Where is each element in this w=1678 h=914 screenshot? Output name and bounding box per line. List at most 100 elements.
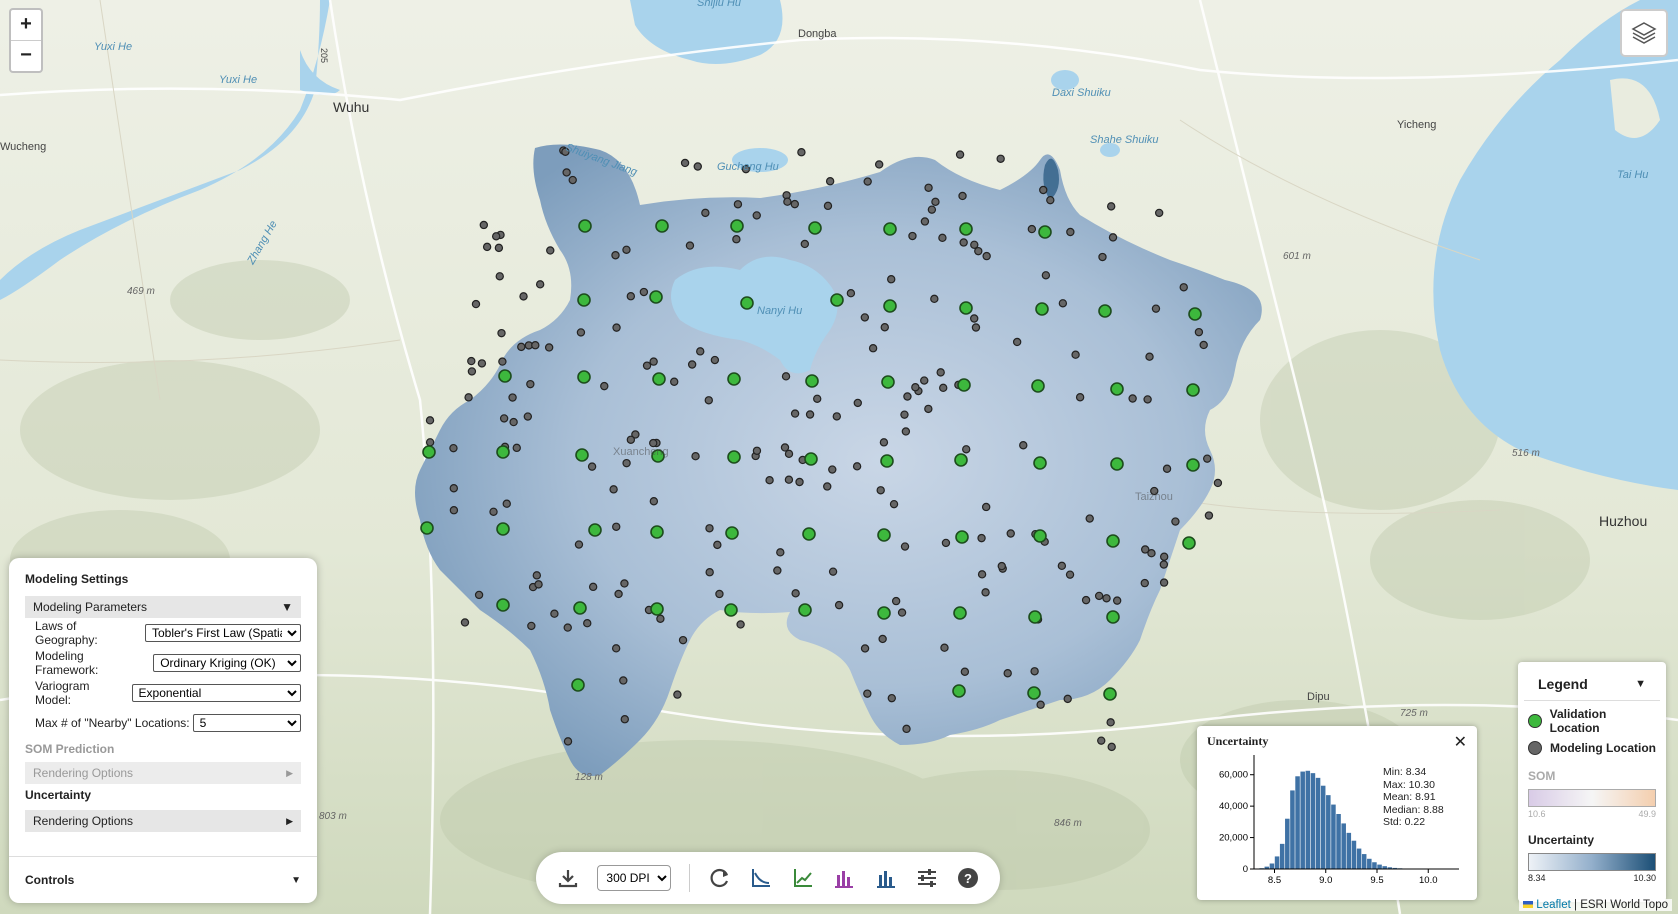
- validation-location-point[interactable]: [588, 523, 602, 537]
- modeling-location-point[interactable]: [460, 618, 470, 627]
- modeling-location-point[interactable]: [499, 414, 509, 423]
- modeling-location-point[interactable]: [705, 568, 714, 577]
- modeling-location-point[interactable]: [920, 217, 930, 226]
- modeling-location-point[interactable]: [449, 484, 459, 493]
- modeling-location-point[interactable]: [489, 507, 498, 517]
- validation-location-point[interactable]: [652, 372, 666, 386]
- modeling-location-point[interactable]: [1046, 195, 1055, 205]
- modeling-location-point[interactable]: [752, 446, 762, 455]
- modeling-location-point[interactable]: [1162, 464, 1172, 473]
- modeling-location-point[interactable]: [495, 272, 504, 281]
- validation-location-point[interactable]: [655, 219, 669, 233]
- modeling-location-point[interactable]: [981, 588, 990, 597]
- modeling-location-point[interactable]: [649, 497, 659, 506]
- nearby-select[interactable]: 5: [192, 714, 301, 732]
- validation-location-point[interactable]: [650, 602, 664, 616]
- modeling-location-point[interactable]: [1141, 545, 1150, 554]
- modeling-location-point[interactable]: [1145, 352, 1154, 361]
- modeling-location-point[interactable]: [1097, 736, 1106, 745]
- modeling-location-point[interactable]: [800, 239, 810, 249]
- modeling-location-point[interactable]: [1179, 283, 1188, 292]
- download-button[interactable]: [556, 865, 579, 891]
- modeling-location-point[interactable]: [971, 323, 981, 332]
- modeling-location-point[interactable]: [1041, 271, 1051, 280]
- modeling-location-point[interactable]: [776, 548, 785, 557]
- validation-location-point[interactable]: [1110, 382, 1124, 396]
- validation-location-point[interactable]: [1033, 529, 1047, 543]
- modeling-location-point[interactable]: [656, 614, 665, 623]
- validation-location-point[interactable]: [573, 601, 587, 615]
- modeling-location-point[interactable]: [960, 667, 970, 676]
- modeling-location-point[interactable]: [680, 158, 690, 168]
- modeling-location-point[interactable]: [828, 567, 838, 576]
- modeling-location-point[interactable]: [997, 561, 1006, 571]
- modeling-location-point[interactable]: [471, 299, 481, 309]
- modeling-location-point[interactable]: [780, 443, 790, 452]
- modeling-location-point[interactable]: [497, 328, 506, 338]
- modeling-location-point[interactable]: [874, 160, 884, 169]
- validation-location-point[interactable]: [883, 222, 897, 236]
- modeling-location-point[interactable]: [901, 427, 911, 436]
- modeling-location-point[interactable]: [609, 485, 618, 494]
- modeling-location-point[interactable]: [936, 368, 945, 377]
- modeling-location-point[interactable]: [1058, 299, 1068, 308]
- modeling-location-point[interactable]: [563, 623, 572, 632]
- modeling-location-point[interactable]: [620, 715, 629, 724]
- modeling-location-point[interactable]: [685, 241, 695, 250]
- modeling-location-point[interactable]: [1085, 514, 1094, 523]
- modeling-location-point[interactable]: [1019, 441, 1028, 450]
- modeling-location-point[interactable]: [710, 355, 720, 365]
- histogram-purple-button[interactable]: [832, 865, 855, 891]
- modeling-location-point[interactable]: [1106, 202, 1116, 211]
- modeling-location-point[interactable]: [900, 410, 909, 419]
- validation-location-point[interactable]: [954, 453, 968, 467]
- modeling-location-point[interactable]: [863, 689, 872, 698]
- modeling-location-point[interactable]: [846, 288, 856, 298]
- modeling-location-point[interactable]: [791, 589, 800, 598]
- validation-location-point[interactable]: [802, 527, 816, 541]
- modeling-location-point[interactable]: [931, 197, 940, 207]
- modeling-location-point[interactable]: [977, 533, 986, 543]
- modeling-location-point[interactable]: [498, 357, 507, 366]
- validation-location-point[interactable]: [1103, 687, 1117, 701]
- validation-location-point[interactable]: [805, 374, 819, 388]
- validation-location-point[interactable]: [959, 222, 973, 236]
- modeling-location-point[interactable]: [619, 676, 628, 685]
- modeling-location-point[interactable]: [927, 205, 937, 214]
- modeling-location-point[interactable]: [795, 477, 804, 487]
- validation-location-point[interactable]: [727, 450, 741, 464]
- validation-location-point[interactable]: [577, 293, 591, 307]
- modeling-location-point[interactable]: [765, 475, 774, 485]
- modeling-location-point[interactable]: [467, 367, 477, 376]
- uncertainty-rendering-toggle[interactable]: Rendering Options ▶: [25, 810, 301, 832]
- modeling-location-point[interactable]: [474, 590, 484, 600]
- modeling-location-point[interactable]: [425, 438, 435, 447]
- modeling-parameters-toggle[interactable]: Modeling Parameters ▼: [25, 596, 301, 618]
- modeling-location-point[interactable]: [622, 245, 631, 254]
- validation-location-point[interactable]: [1182, 536, 1196, 550]
- modeling-location-point[interactable]: [911, 383, 920, 392]
- modeling-location-point[interactable]: [1213, 478, 1223, 488]
- modeling-location-point[interactable]: [790, 199, 799, 209]
- framework-select[interactable]: Ordinary Kriging (OK): [153, 654, 301, 672]
- modeling-location-point[interactable]: [512, 443, 521, 453]
- modeling-location-point[interactable]: [642, 361, 652, 370]
- modeling-location-point[interactable]: [612, 323, 621, 332]
- modeling-location-point[interactable]: [834, 600, 844, 610]
- modeling-location-point[interactable]: [868, 344, 878, 353]
- modeling-location-point[interactable]: [519, 292, 528, 301]
- modeling-location-point[interactable]: [752, 211, 761, 220]
- som-rendering-toggle[interactable]: Rendering Options ▶: [25, 762, 301, 784]
- modeling-location-point[interactable]: [939, 383, 948, 393]
- modeling-location-point[interactable]: [733, 200, 743, 209]
- modeling-location-point[interactable]: [574, 540, 584, 549]
- modeling-location-point[interactable]: [467, 356, 476, 366]
- modeling-location-point[interactable]: [1065, 570, 1075, 579]
- modeling-location-point[interactable]: [853, 398, 862, 408]
- modeling-location-point[interactable]: [783, 197, 792, 206]
- modeling-location-point[interactable]: [639, 287, 649, 297]
- modeling-location-point[interactable]: [1154, 208, 1164, 218]
- modeling-location-point[interactable]: [649, 357, 658, 366]
- modeling-location-point[interactable]: [982, 251, 991, 261]
- modeling-location-point[interactable]: [449, 506, 459, 515]
